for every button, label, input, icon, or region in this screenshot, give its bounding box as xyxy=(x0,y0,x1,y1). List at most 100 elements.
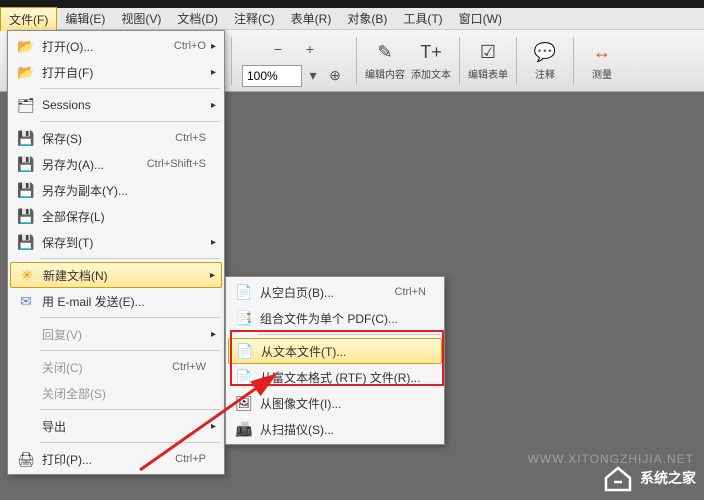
watermark-logo: 系统之家 xyxy=(602,464,696,492)
file-menu-item[interactable]: 💾另存为(A)...Ctrl+Shift+S xyxy=(10,151,222,177)
file-menu-item-shortcut: Ctrl+W xyxy=(172,361,206,373)
menu-object[interactable]: 对象(B) xyxy=(339,7,395,30)
watermark-brand: 系统之家 xyxy=(640,468,696,488)
submenu-arrow-icon: ▸ xyxy=(211,329,216,340)
zoom-out-icon[interactable]: − xyxy=(264,35,292,63)
file-menu-item-icon xyxy=(14,416,38,436)
submenu-item-shortcut: Ctrl+N xyxy=(395,286,426,298)
submenu-item-icon: 📄 xyxy=(232,367,256,387)
new-document-submenu: 📄从空白页(B)...Ctrl+N📑组合文件为单个 PDF(C)...📄从文本文… xyxy=(225,276,445,445)
file-menu-item-icon: 📂 xyxy=(14,62,38,82)
file-menu-item-icon: 🖨 xyxy=(14,449,38,469)
file-menu-item[interactable]: 💾另存为副本(Y)... xyxy=(10,177,222,203)
file-menu-item: 关闭全部(S) xyxy=(10,380,222,406)
file-menu-item-icon: 🗂 xyxy=(14,95,38,115)
file-menu-item-label: 打开自(F) xyxy=(42,64,218,81)
file-menu-item-icon: 💾 xyxy=(14,206,38,226)
file-menu-item-label: 新建文档(N) xyxy=(43,267,217,284)
submenu-item-label: 组合文件为单个 PDF(C)... xyxy=(260,310,438,327)
submenu-item-icon: 📄 xyxy=(233,341,257,361)
measure-button[interactable]: ↔ 测量 xyxy=(580,39,624,83)
menu-separator xyxy=(258,334,440,335)
edit-form-button[interactable]: ☑ 编辑表单 xyxy=(466,39,510,83)
menu-separator xyxy=(40,258,220,259)
file-menu-item[interactable]: ✳新建文档(N)▸ xyxy=(10,262,222,288)
file-menu-item-label: 关闭全部(S) xyxy=(42,385,218,402)
menu-form[interactable]: 表单(R) xyxy=(283,7,340,30)
menu-separator xyxy=(40,409,220,410)
menu-comment[interactable]: 注释(C) xyxy=(226,7,283,30)
submenu-item-icon: 🖼 xyxy=(232,393,256,413)
file-menu-item[interactable]: 🗂 Sessions▸ xyxy=(10,92,222,118)
submenu-item-icon: 📠 xyxy=(232,419,256,439)
file-menu-item[interactable]: 📂打开自(F)▸ xyxy=(10,59,222,85)
file-menu-item-icon xyxy=(14,357,38,377)
file-dropdown-menu: 📂打开(O)...Ctrl+O▸📂打开自(F)▸🗂Sessions▸💾保存(S)… xyxy=(7,30,225,475)
submenu-item-label: 从扫描仪(S)... xyxy=(260,421,438,438)
submenu-arrow-icon: ▸ xyxy=(211,421,216,432)
file-menu-item-icon: ✳ xyxy=(15,265,39,285)
file-menu-item-shortcut: Ctrl+S xyxy=(175,132,206,144)
submenu-arrow-icon: ▸ xyxy=(211,100,216,111)
file-menu-item[interactable]: 💾保存到(T)▸ xyxy=(10,229,222,255)
separator xyxy=(516,37,517,85)
file-menu-item[interactable]: 🖨打印(P)...Ctrl+P xyxy=(10,446,222,472)
separator xyxy=(459,37,460,85)
menu-separator xyxy=(40,121,220,122)
measure-icon: ↔ xyxy=(590,40,614,64)
add-text-icon: T+ xyxy=(419,40,443,64)
file-menu-item[interactable]: 📂打开(O)...Ctrl+O▸ xyxy=(10,33,222,59)
submenu-item-label: 从图像文件(I)... xyxy=(260,395,438,412)
file-menu-item-label: 打开(O)... xyxy=(42,38,174,55)
submenu-item-icon: 📑 xyxy=(232,308,256,328)
file-menu-item-icon: ✉ xyxy=(14,291,38,311)
submenu-item[interactable]: 📄从空白页(B)...Ctrl+N xyxy=(228,279,442,305)
annotate-button[interactable]: 💬 注释 xyxy=(523,39,567,83)
submenu-item-label: 从空白页(B)... xyxy=(260,284,395,301)
file-menu-item[interactable]: 💾保存(S)Ctrl+S xyxy=(10,125,222,151)
file-menu-item-shortcut: Ctrl+O xyxy=(174,40,206,52)
submenu-arrow-icon: ▸ xyxy=(211,237,216,248)
edit-form-icon: ☑ xyxy=(476,40,500,64)
file-menu-item-label: Sessions xyxy=(42,98,218,112)
submenu-item[interactable]: 📑组合文件为单个 PDF(C)... xyxy=(228,305,442,331)
file-menu-item-label: 打印(P)... xyxy=(42,451,175,468)
zoom-input[interactable] xyxy=(242,65,302,87)
menu-edit[interactable]: 编辑(E) xyxy=(57,7,113,30)
file-menu-item-shortcut: Ctrl+Shift+S xyxy=(147,158,206,170)
menu-view[interactable]: 视图(V) xyxy=(113,7,169,30)
submenu-item-label: 从文本文件(T)... xyxy=(261,343,437,360)
zoom-in-icon[interactable]: + xyxy=(296,35,324,63)
menu-document[interactable]: 文档(D) xyxy=(169,7,226,30)
file-menu-item[interactable]: ✉用 E-mail 发送(E)... xyxy=(10,288,222,314)
measure-label: 测量 xyxy=(592,66,612,81)
edit-content-button[interactable]: ✎ 编辑内容 xyxy=(363,39,407,83)
edit-content-icon: ✎ xyxy=(373,40,397,64)
add-text-button[interactable]: T+ 添加文本 xyxy=(409,39,453,83)
submenu-item[interactable]: 🖼从图像文件(I)... xyxy=(228,390,442,416)
file-menu-item: 关闭(C)Ctrl+W xyxy=(10,354,222,380)
menu-file[interactable]: 文件(F) xyxy=(0,7,57,31)
file-menu-item-label: 保存到(T) xyxy=(42,234,218,251)
file-menu-item[interactable]: 💾全部保存(L) xyxy=(10,203,222,229)
submenu-item-label: 从富文本格式 (RTF) 文件(R)... xyxy=(260,369,438,386)
file-menu-item-icon xyxy=(14,324,38,344)
menu-window[interactable]: 窗口(W) xyxy=(451,7,510,30)
edit-content-label: 编辑内容 xyxy=(365,66,405,81)
menu-tools[interactable]: 工具(T) xyxy=(395,7,450,30)
file-menu-item-icon: 💾 xyxy=(14,232,38,252)
menu-separator xyxy=(40,442,220,443)
menu-separator xyxy=(40,350,220,351)
file-menu-item-shortcut: Ctrl+P xyxy=(175,453,206,465)
submenu-item[interactable]: 📄从文本文件(T)... xyxy=(228,338,442,364)
annotate-icon: 💬 xyxy=(533,40,557,64)
submenu-item[interactable]: 📄从富文本格式 (RTF) 文件(R)... xyxy=(228,364,442,390)
file-menu-item: 回复(V)▸ xyxy=(10,321,222,347)
file-menu-item[interactable]: 导出▸ xyxy=(10,413,222,439)
zoom-dropdown-icon[interactable]: ▾ xyxy=(304,65,322,87)
zoom-fit-icon[interactable]: ⊕ xyxy=(324,65,346,87)
submenu-arrow-icon: ▸ xyxy=(211,67,216,78)
file-menu-item-label: 回复(V) xyxy=(42,326,218,343)
submenu-item[interactable]: 📠从扫描仪(S)... xyxy=(228,416,442,442)
file-menu-item-icon: 💾 xyxy=(14,180,38,200)
